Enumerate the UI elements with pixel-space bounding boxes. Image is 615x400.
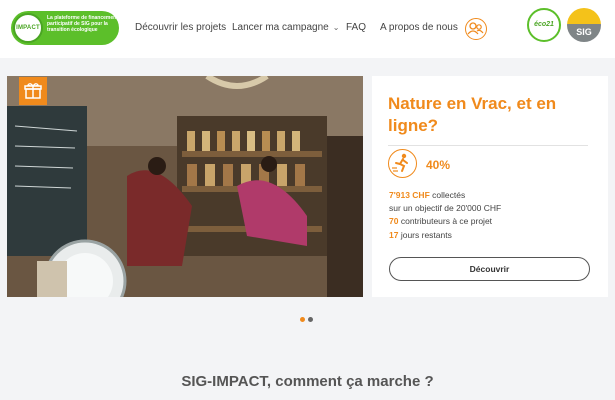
days-remaining-label: jours restants	[400, 230, 452, 240]
days-remaining: 17 jours restants	[389, 230, 452, 240]
section-title: SIG-IMPACT, comment ça marche ?	[181, 373, 434, 390]
sig-logo-text: SIG	[576, 27, 592, 37]
sig-logo[interactable]: SIG	[567, 8, 601, 42]
eco21-logo-text: éco21	[534, 21, 554, 28]
impact-logo-tagline: La plateforme de financement participati…	[47, 15, 118, 33]
gift-icon	[19, 77, 47, 105]
nav-faq[interactable]: FAQ	[346, 22, 366, 33]
progress-percent: 40%	[426, 158, 451, 172]
nav-launch-campaign[interactable]: Lancer ma campagne ⌄	[232, 22, 339, 33]
days-remaining-value: 17	[389, 230, 399, 240]
site-header: IMPACT La plateforme de financement part…	[0, 0, 615, 58]
impact-logo[interactable]: IMPACT La plateforme de financement part…	[11, 11, 119, 45]
discover-button[interactable]: Découvrir	[389, 257, 590, 281]
chevron-down-icon: ⌄	[332, 23, 340, 32]
campaign-title[interactable]: Nature en Vrac, et en ligne?	[388, 93, 598, 137]
runner-icon	[388, 149, 417, 178]
contributors-count-value: 70	[389, 216, 399, 226]
campaign-photo[interactable]	[7, 76, 363, 297]
eco21-logo[interactable]: éco21	[527, 8, 561, 42]
sig-logo-top	[567, 8, 601, 24]
carousel-dot-2[interactable]	[308, 317, 313, 322]
impact-logo-badge: IMPACT	[13, 13, 43, 43]
carousel-dot-1[interactable]	[300, 317, 305, 322]
user-circle-icon[interactable]	[465, 18, 487, 40]
collected-amount-value: 7'913 CHF	[389, 190, 430, 200]
contributors-count-label: contributeurs à ce projet	[400, 216, 493, 226]
card-divider	[388, 145, 588, 146]
goal-text: sur un objectif de 20'000 CHF	[389, 203, 502, 213]
nav-discover-projects[interactable]: Découvrir les projets	[135, 22, 226, 33]
nav-about-us[interactable]: A propos de nous	[380, 22, 458, 33]
collected-amount-label: collectés	[432, 190, 466, 200]
collected-amount: 7'913 CHF collectés	[389, 190, 465, 200]
impact-logo-name: IMPACT	[16, 25, 40, 31]
contributors-count: 70 contributeurs à ce projet	[389, 216, 492, 226]
nav-launch-campaign-label: Lancer ma campagne	[232, 22, 329, 33]
